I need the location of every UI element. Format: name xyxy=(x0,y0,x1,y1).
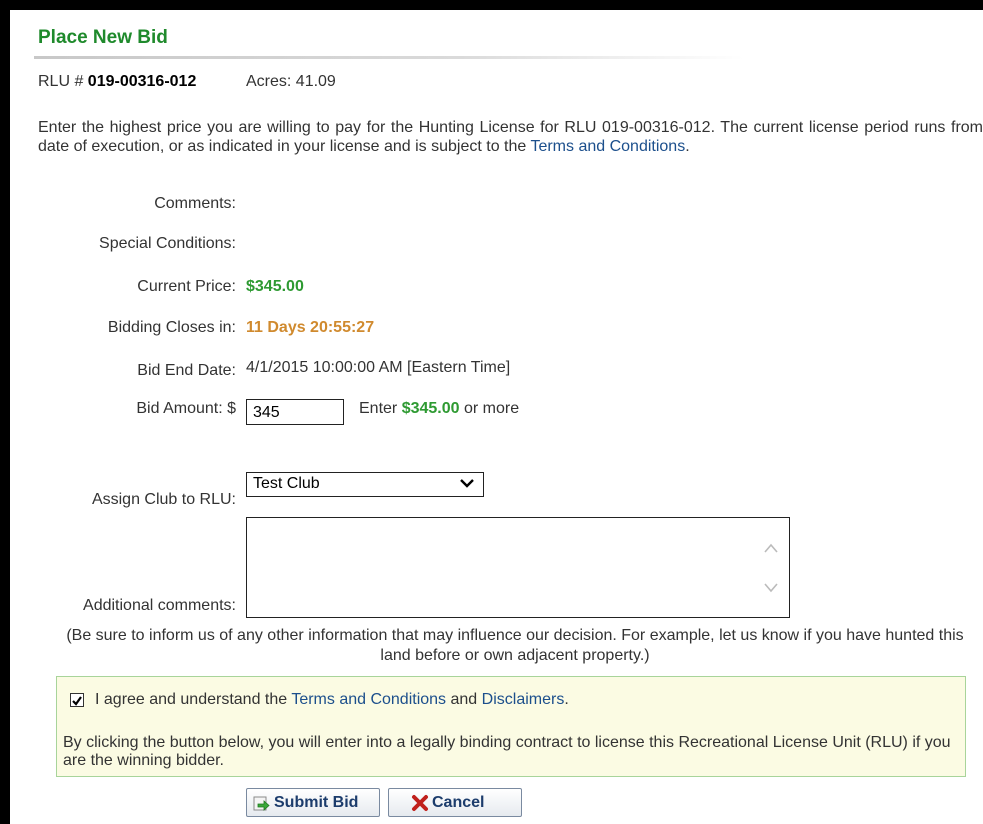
scroll-down-icon[interactable] xyxy=(763,582,779,594)
agree-prefix: I agree and understand the xyxy=(95,691,292,708)
submit-bid-label: Submit Bid xyxy=(274,793,359,811)
terms-conditions-link[interactable]: Terms and Conditions xyxy=(291,691,446,708)
bidding-closes-label: Bidding Closes in: xyxy=(107,319,236,336)
cancel-button[interactable]: Cancel xyxy=(388,788,522,817)
current-price-value: $345.00 xyxy=(246,278,304,295)
intro-text: Enter the highest price you are willing … xyxy=(38,119,983,155)
title-divider xyxy=(34,56,744,59)
submit-bid-button[interactable]: Submit Bid xyxy=(246,788,380,817)
agree-text: I agree and understand the Terms and Con… xyxy=(95,691,569,709)
special-conditions-label: Special Conditions: xyxy=(99,235,236,252)
club-select[interactable]: Test Club xyxy=(246,472,484,497)
bid-amount-input[interactable]: 345 xyxy=(246,399,344,425)
agree-suffix: . xyxy=(564,691,569,708)
arrow-right-page-icon xyxy=(253,796,270,811)
additional-comments-label: Additional comments: xyxy=(83,597,236,614)
comments-label: Comments: xyxy=(154,195,236,212)
additional-comments-textarea[interactable] xyxy=(246,517,790,618)
cancel-label: Cancel xyxy=(432,793,485,811)
acres-label: Acres: 41.09 xyxy=(246,73,336,90)
legal-text: By clicking the button below, you will e… xyxy=(63,734,951,769)
hint-prefix: Enter xyxy=(359,400,402,417)
rlu-prefix: RLU # xyxy=(38,73,88,90)
rlu-number-line: RLU # 019-00316-012 xyxy=(38,73,196,91)
current-price-label: Current Price: xyxy=(137,278,236,295)
disclaimers-link[interactable]: Disclaimers xyxy=(482,691,565,708)
page-title: Place New Bid xyxy=(38,27,168,48)
bid-panel: Place New Bid RLU # 019-00316-012 Acres:… xyxy=(10,10,983,824)
agreement-box: I agree and understand the Terms and Con… xyxy=(56,676,966,777)
minimum-bid-hint: Enter $345.00 or more xyxy=(359,400,519,418)
checkmark-icon xyxy=(72,696,82,706)
info-note: (Be sure to inform us of any other infor… xyxy=(66,627,964,664)
bidding-closes-value: 11 Days 20:55:27 xyxy=(246,319,375,336)
bid-end-date-value: 4/1/2015 10:00:00 AM [Eastern Time] xyxy=(246,359,511,376)
intro-paragraph: Enter the highest price you are willing … xyxy=(38,118,983,156)
bid-amount-label: Bid Amount: $ xyxy=(136,400,236,417)
bid-end-date-label: Bid End Date: xyxy=(137,362,236,379)
club-selected-value: Test Club xyxy=(253,475,320,492)
agree-and: and xyxy=(446,691,482,708)
rlu-number: 019-00316-012 xyxy=(87,73,197,90)
hint-amount: $345.00 xyxy=(401,400,460,417)
hint-suffix: or more xyxy=(459,400,520,417)
terms-link[interactable]: Terms and Conditions xyxy=(530,138,685,155)
agree-checkbox[interactable] xyxy=(70,693,84,707)
intro-end: . xyxy=(685,138,690,155)
assign-club-label: Assign Club to RLU: xyxy=(91,491,236,508)
chevron-down-icon xyxy=(460,479,474,488)
red-x-icon xyxy=(412,794,428,811)
scroll-up-icon[interactable] xyxy=(763,542,779,554)
